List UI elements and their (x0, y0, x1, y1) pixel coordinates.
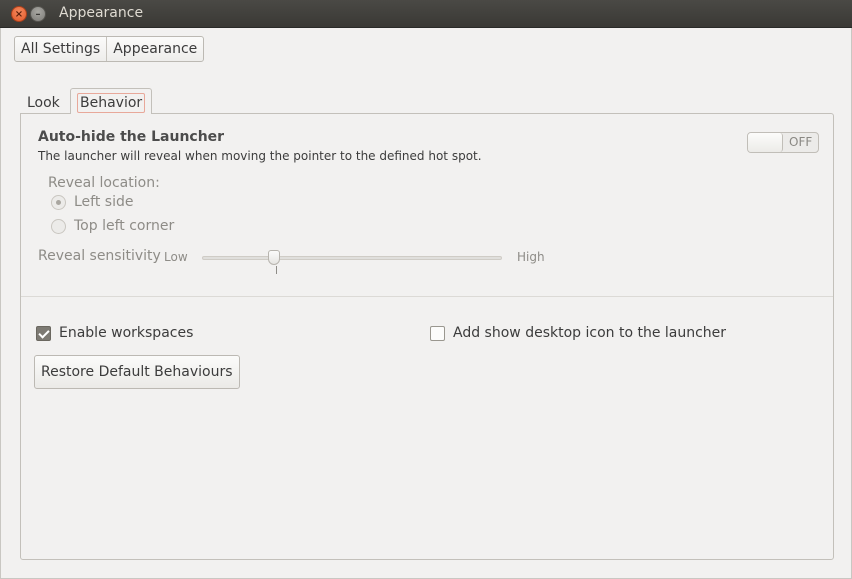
autohide-toggle[interactable]: OFF (747, 132, 819, 153)
breadcrumb-appearance[interactable]: Appearance (106, 37, 203, 61)
sensitivity-tick (275, 266, 277, 274)
tab-behavior-label: Behavior (77, 93, 146, 113)
sensitivity-track[interactable] (202, 256, 502, 260)
window-title: Appearance (59, 5, 144, 21)
show-desktop-label: Add show desktop icon to the launcher (453, 325, 727, 341)
window-body: All Settings Appearance Look Behavior Au… (0, 28, 852, 579)
breadcrumb: All Settings Appearance (14, 36, 205, 62)
enable-workspaces-label: Enable workspaces (59, 325, 194, 341)
minimize-icon[interactable]: – (30, 6, 46, 22)
restore-defaults-button[interactable]: Restore Default Behaviours (34, 355, 240, 389)
checkbox-checked-icon (36, 325, 51, 341)
divider (21, 296, 833, 297)
close-icon[interactable]: × (11, 6, 27, 22)
toggle-knob (748, 133, 783, 152)
sensitivity-low-label: Low (164, 250, 188, 264)
reveal-location-label: Reveal location: (48, 175, 160, 191)
reveal-sensitivity-label: Reveal sensitivity (38, 248, 161, 264)
radio-selected-icon (51, 194, 66, 210)
reveal-top-left-label: Top left corner (74, 218, 175, 234)
radio-unselected-icon (51, 218, 66, 234)
reveal-top-left-corner[interactable]: Top left corner (51, 218, 174, 234)
autohide-description: The launcher will reveal when moving the… (38, 149, 482, 163)
sensitivity-high-label: High (517, 250, 545, 264)
title-bar: × – Appearance (0, 0, 852, 28)
breadcrumb-all-settings[interactable]: All Settings (15, 37, 106, 61)
checkbox-unchecked-icon (430, 325, 445, 341)
enable-workspaces-checkbox[interactable]: Enable workspaces (36, 325, 193, 341)
sensitivity-slider-handle[interactable] (268, 250, 280, 265)
tab-behavior[interactable]: Behavior (70, 88, 153, 114)
reveal-left-side[interactable]: Left side (51, 194, 133, 210)
show-desktop-checkbox[interactable]: Add show desktop icon to the launcher (430, 325, 726, 341)
reveal-left-side-label: Left side (74, 194, 134, 210)
behavior-panel: Auto-hide the Launcher The launcher will… (20, 113, 834, 560)
autohide-title: Auto-hide the Launcher (38, 129, 225, 145)
toggle-label: OFF (789, 135, 813, 149)
